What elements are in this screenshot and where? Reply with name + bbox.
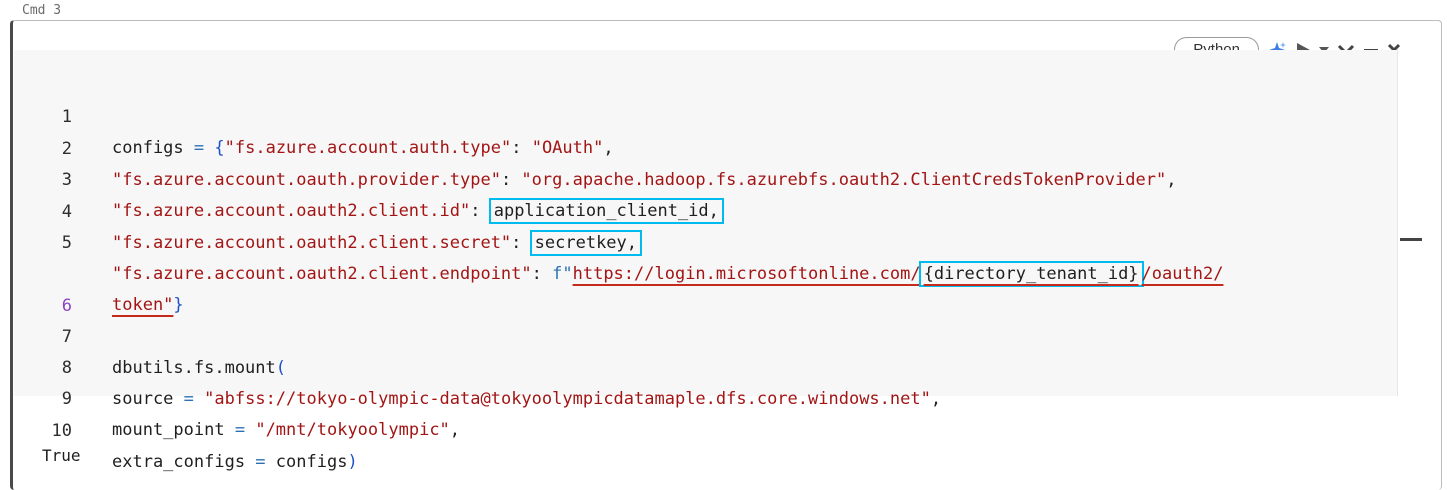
highlighted-placeholder: application_client_id, (488, 198, 724, 224)
code-text[interactable]: configs = {"fs.azure.account.auth.type":… (112, 133, 614, 164)
code-text[interactable]: token"} (112, 290, 184, 321)
highlighted-placeholder: {directory_tenant_id} (918, 261, 1144, 287)
code-line: 5 "fs.azure.account.oauth2.client.endpoi… (14, 197, 1223, 287)
code-text[interactable]: dbutils.fs.mount( (112, 353, 286, 384)
code-line: 4 "fs.azure.account.oauth2.client.secret… (14, 166, 643, 256)
code-text[interactable]: "fs.azure.account.oauth2.client.id": app… (112, 196, 724, 227)
code-line: 1 configs = {"fs.azure.account.auth.type… (14, 71, 614, 158)
code-line: 3 "fs.azure.account.oauth2.client.id": a… (14, 134, 724, 224)
code-line: 6 (14, 260, 72, 316)
code-line: 8 source = "abfss://tokyo-olympic-data@t… (14, 322, 941, 409)
code-text[interactable]: extra_configs = configs) (112, 447, 358, 478)
code-text[interactable]: "fs.azure.account.oauth.provider.type": … (112, 165, 1176, 196)
code-line: 7 dbutils.fs.mount( (14, 291, 286, 378)
scrollbar-thumb[interactable] (1400, 238, 1422, 241)
code-line: 10 extra_configs = configs) (14, 385, 358, 472)
code-text[interactable]: source = "abfss://tokyo-olympic-data@tok… (112, 384, 941, 415)
cell-output: True (42, 446, 81, 465)
code-text[interactable]: mount_point = "/mnt/tokyoolympic", (112, 415, 460, 446)
line-number: 10 (51, 421, 72, 441)
editor-scrollbar[interactable] (1397, 50, 1418, 396)
code-text[interactable]: "fs.azure.account.oauth2.client.secret":… (112, 228, 643, 259)
code-line: 9 mount_point = "/mnt/tokyoolympic", (14, 353, 460, 440)
cell-command-label: Cmd 3 (22, 3, 62, 18)
code-text[interactable]: "fs.azure.account.oauth2.client.endpoint… (112, 259, 1223, 290)
highlighted-placeholder: secretkey, (529, 230, 643, 256)
code-line-wrap: token"} (14, 228, 184, 315)
code-line: 2 "fs.azure.account.oauth.provider.type"… (14, 103, 1177, 190)
